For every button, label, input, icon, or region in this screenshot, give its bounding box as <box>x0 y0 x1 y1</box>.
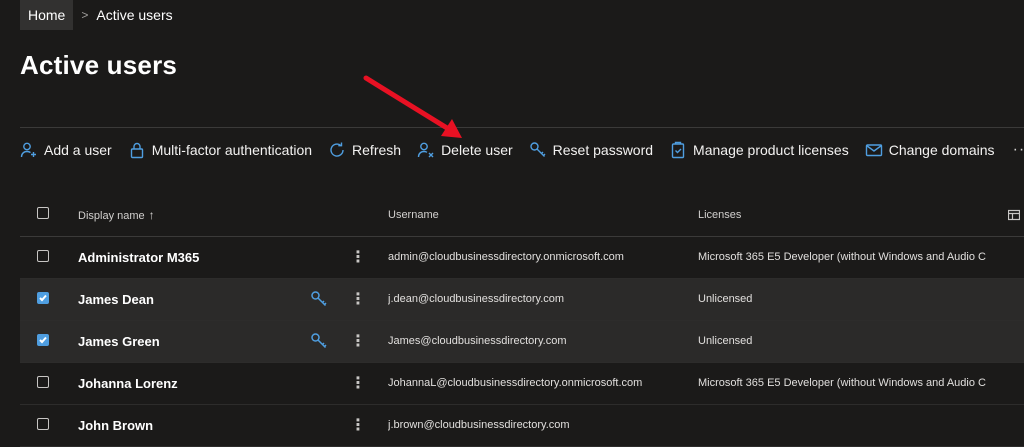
change-domains-label: Change domains <box>888 142 995 158</box>
column-options-icon[interactable] <box>1007 208 1021 221</box>
column-header-username[interactable]: Username <box>388 194 439 235</box>
column-header-display-name[interactable]: Display name ↑ <box>78 194 155 235</box>
row-checkbox[interactable] <box>37 418 49 430</box>
refresh-label: Refresh <box>352 142 402 158</box>
row-more-icon[interactable]: ⋮ <box>350 321 366 362</box>
reset-password-key-icon[interactable] <box>310 332 328 350</box>
table-row[interactable]: Administrator M365 ⋮ admin@cloudbusiness… <box>20 237 1024 279</box>
clipboard-icon <box>671 141 685 159</box>
row-checkbox[interactable] <box>37 334 49 346</box>
table-row[interactable]: John Brown ⋮ j.brown@cloudbusinessdirect… <box>20 405 1024 447</box>
username: j.brown@cloudbusinessdirectory.com <box>388 419 570 431</box>
display-name[interactable]: Johanna Lorenz <box>78 363 178 404</box>
row-more-icon[interactable]: ⋮ <box>350 363 366 404</box>
username: James@cloudbusinessdirectory.com <box>388 335 567 347</box>
add-user-icon <box>20 142 36 158</box>
mfa-label: Multi-factor authentication <box>151 142 313 158</box>
breadcrumb-separator-icon: > <box>81 8 89 22</box>
refresh-icon <box>330 142 344 157</box>
delete-user-button[interactable]: Delete user <box>417 141 513 159</box>
breadcrumb: Home > Active users <box>20 0 173 30</box>
row-more-icon[interactable]: ⋮ <box>350 279 366 320</box>
table-row[interactable]: James Dean ⋮ j.dean@cloudbusinessdirecto… <box>20 279 1024 321</box>
column-header-licenses[interactable]: Licenses <box>698 194 741 235</box>
manage-licenses-button[interactable]: Manage product licenses <box>669 141 849 159</box>
change-domains-button[interactable]: Change domains <box>865 141 995 159</box>
row-more-icon[interactable]: ⋮ <box>350 405 366 446</box>
row-checkbox[interactable] <box>37 250 49 262</box>
table-row[interactable]: Johanna Lorenz ⋮ JohannaL@cloudbusinessd… <box>20 363 1024 405</box>
reset-password-button[interactable]: Reset password <box>529 141 653 159</box>
license <box>698 405 998 446</box>
reset-password-label: Reset password <box>552 142 654 158</box>
breadcrumb-home[interactable]: Home <box>20 0 74 30</box>
username: j.dean@cloudbusinessdirectory.com <box>388 293 565 305</box>
row-checkbox[interactable] <box>37 376 49 388</box>
add-user-button[interactable]: Add a user <box>20 141 112 159</box>
toolbar-divider <box>20 127 1024 128</box>
license: Microsoft 365 E5 Developer (without Wind… <box>698 377 986 389</box>
username: admin@cloudbusinessdirectory.onmicrosoft… <box>388 251 624 263</box>
manage-licenses-label: Manage product licenses <box>693 142 849 158</box>
breadcrumb-current: Active users <box>96 7 173 23</box>
username: JohannaL@cloudbusinessdirectory.onmicros… <box>388 377 643 389</box>
display-name[interactable]: John Brown <box>78 405 153 446</box>
table-header-row: Display name ↑ Username Licenses <box>20 194 1024 237</box>
add-user-label: Add a user <box>44 142 112 158</box>
lock-icon <box>130 142 143 159</box>
delete-user-label: Delete user <box>441 142 513 158</box>
license: Unlicensed <box>698 293 753 305</box>
table-row[interactable]: James Green ⋮ James@cloudbusinessdirecto… <box>20 321 1024 363</box>
mfa-button[interactable]: Multi-factor authentication <box>128 141 312 159</box>
key-icon <box>529 142 546 157</box>
display-name[interactable]: Administrator M365 <box>78 237 199 278</box>
users-table: Display name ↑ Username Licenses Administ… <box>20 194 1024 447</box>
display-name[interactable]: James Dean <box>78 279 154 320</box>
mail-icon <box>865 144 882 157</box>
select-all-checkbox[interactable] <box>37 207 49 219</box>
page-title: Active users <box>20 50 178 80</box>
display-name[interactable]: James Green <box>78 321 160 362</box>
row-checkbox[interactable] <box>37 292 49 304</box>
row-more-icon[interactable]: ⋮ <box>350 237 366 278</box>
reset-password-key-icon[interactable] <box>310 290 328 308</box>
license: Unlicensed <box>698 335 753 347</box>
more-actions-icon[interactable]: ··· <box>1013 141 1024 159</box>
refresh-button[interactable]: Refresh <box>328 141 401 159</box>
delete-user-icon <box>417 142 434 158</box>
sort-ascending-icon: ↑ <box>148 208 155 222</box>
command-bar: Add a user Multi-factor authentication R… <box>20 137 1024 163</box>
license: Microsoft 365 E5 Developer (without Wind… <box>698 251 986 263</box>
